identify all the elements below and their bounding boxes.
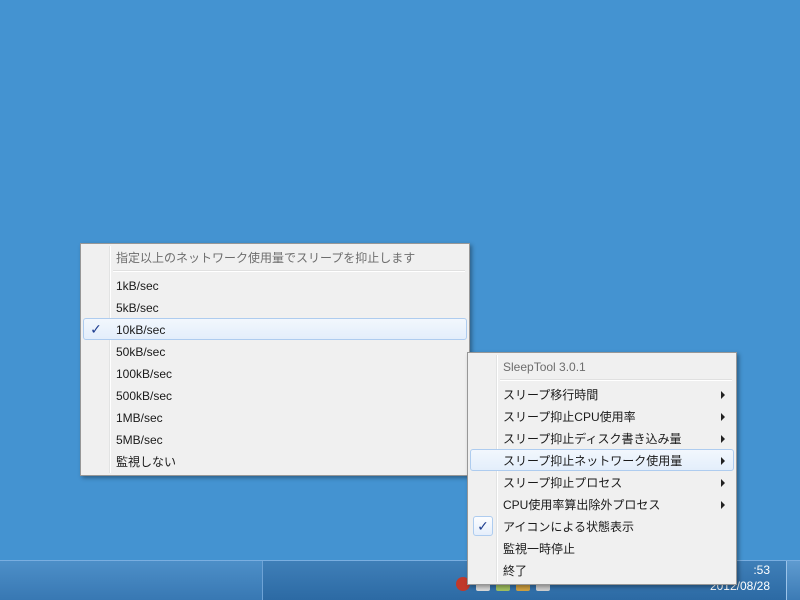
menu-item-sleep-transition-time[interactable]: スリープ移行時間 — [470, 383, 734, 405]
submenu-item-5kb[interactable]: 5kB/sec — [83, 296, 467, 318]
sleeptool-context-menu: SleepTool 3.0.1 スリープ移行時間 スリープ抑止CPU使用率 スリ… — [467, 352, 737, 585]
menu-item-label: 監視しない — [116, 455, 177, 469]
submenu-arrow-icon — [721, 457, 725, 465]
submenu-arrow-icon — [721, 413, 725, 421]
menu-item-label: 10kB/sec — [116, 323, 166, 337]
submenu-item-no-monitor[interactable]: 監視しない — [83, 450, 467, 472]
submenu-header-text: 指定以上のネットワーク使用量でスリープを抑止します — [116, 251, 416, 265]
menu-item-sleep-cpu-usage[interactable]: スリープ抑止CPU使用率 — [470, 405, 734, 427]
app-version-label: SleepTool 3.0.1 — [503, 360, 586, 374]
submenu-arrow-icon — [721, 391, 725, 399]
menu-header: SleepTool 3.0.1 — [470, 355, 734, 377]
check-icon: ✓ — [90, 321, 102, 337]
menu-item-label: スリープ抑止プロセス — [503, 476, 623, 490]
menu-item-label: 5MB/sec — [116, 433, 163, 447]
menu-item-sleep-process[interactable]: スリープ抑止プロセス — [470, 471, 734, 493]
menu-item-label: スリープ抑止ディスク書き込み量 — [503, 432, 682, 446]
network-usage-submenu: 指定以上のネットワーク使用量でスリープを抑止します 1kB/sec 5kB/se… — [80, 243, 470, 476]
menu-item-sleep-network-usage[interactable]: スリープ抑止ネットワーク使用量 — [470, 449, 734, 471]
show-desktop-button[interactable] — [786, 561, 800, 600]
menu-item-label: 500kB/sec — [116, 389, 173, 403]
submenu-item-1mb[interactable]: 1MB/sec — [83, 406, 467, 428]
taskbar-app-button[interactable] — [0, 561, 263, 600]
menu-item-label: 1kB/sec — [116, 279, 159, 293]
submenu-arrow-icon — [721, 479, 725, 487]
menu-item-label: CPU使用率算出除外プロセス — [503, 498, 661, 512]
submenu-item-1kb[interactable]: 1kB/sec — [83, 274, 467, 296]
menu-item-label: アイコンによる状態表示 — [503, 520, 635, 534]
menu-item-label: スリープ抑止CPU使用率 — [503, 410, 636, 424]
submenu-item-100kb[interactable]: 100kB/sec — [83, 362, 467, 384]
menu-item-label: スリープ抑止ネットワーク使用量 — [503, 454, 683, 468]
menu-item-cpu-exclude-process[interactable]: CPU使用率算出除外プロセス — [470, 493, 734, 515]
submenu-item-5mb[interactable]: 5MB/sec — [83, 428, 467, 450]
menu-item-label: 監視一時停止 — [503, 542, 576, 556]
menu-item-icon-status-display[interactable]: ✓ アイコンによる状態表示 — [470, 515, 734, 537]
menu-item-pause-monitoring[interactable]: 監視一時停止 — [470, 537, 734, 559]
menu-item-label: スリープ移行時間 — [503, 388, 599, 402]
submenu-arrow-icon — [721, 435, 725, 443]
menu-item-label: 50kB/sec — [116, 345, 166, 359]
check-icon: ✓ — [473, 516, 493, 536]
menu-item-label: 100kB/sec — [116, 367, 173, 381]
menu-item-label: 1MB/sec — [116, 411, 163, 425]
submenu-arrow-icon — [721, 501, 725, 509]
submenu-header: 指定以上のネットワーク使用量でスリープを抑止します — [83, 246, 467, 268]
submenu-item-50kb[interactable]: 50kB/sec — [83, 340, 467, 362]
submenu-item-500kb[interactable]: 500kB/sec — [83, 384, 467, 406]
menu-item-label: 5kB/sec — [116, 301, 159, 315]
menu-item-label: 終了 — [503, 564, 528, 578]
menu-item-sleep-disk-write[interactable]: スリープ抑止ディスク書き込み量 — [470, 427, 734, 449]
submenu-item-10kb[interactable]: ✓ 10kB/sec — [83, 318, 467, 340]
menu-item-exit[interactable]: 終了 — [470, 559, 734, 581]
